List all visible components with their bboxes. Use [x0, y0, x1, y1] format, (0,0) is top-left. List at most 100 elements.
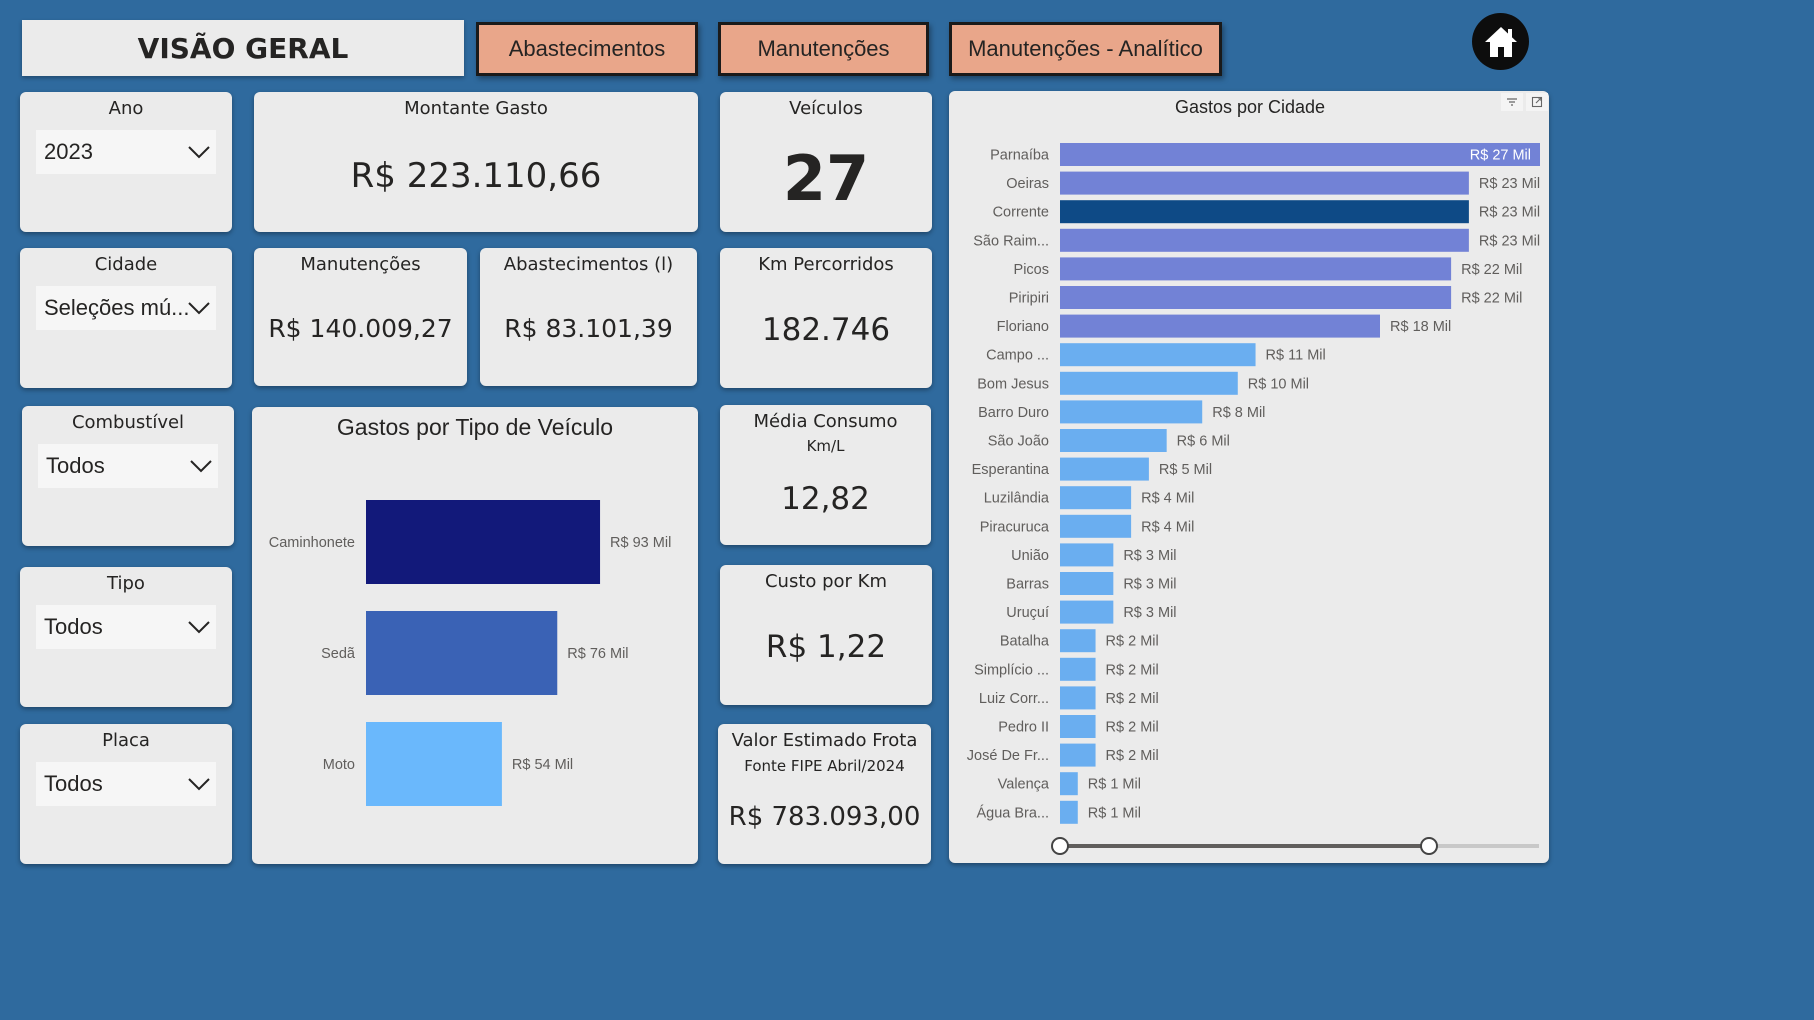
- kpi-montante-label: Montante Gasto: [404, 98, 548, 119]
- range-slider-handle-end[interactable]: [1420, 837, 1438, 855]
- nav-manutencoes-button[interactable]: Manutenções: [718, 22, 929, 76]
- bar[interactable]: [1060, 429, 1167, 452]
- slicer-tipo: Tipo Todos: [20, 567, 232, 707]
- slicer-placa: Placa Todos: [20, 724, 232, 864]
- category-label: Uruçuí: [1006, 605, 1049, 621]
- bar[interactable]: [1060, 343, 1256, 367]
- bar[interactable]: [1060, 457, 1149, 481]
- slicer-placa-dropdown[interactable]: Todos: [36, 762, 216, 806]
- category-label: Pedro II: [998, 720, 1049, 736]
- kpi-abastecimentos-label: Abastecimentos (l): [503, 254, 674, 275]
- data-label: R$ 4 Mil: [1141, 491, 1194, 507]
- slicer-ano: Ano 2023: [20, 92, 232, 232]
- chart-cidade: Gastos por Cidade Parnaíba R$ 27 Mil Oeiras…: [967, 97, 1540, 855]
- range-slider-handle-start[interactable]: [1051, 837, 1069, 855]
- kpi-veiculos-card: Veículos 27: [720, 92, 932, 232]
- bar[interactable]: [1060, 715, 1096, 738]
- kpi-custo-label: Custo por Km: [764, 571, 888, 592]
- bar[interactable]: [1060, 686, 1096, 710]
- bar[interactable]: [1060, 400, 1203, 424]
- nav-manutencoes-analitico-button[interactable]: Manutenções - Analítico: [949, 22, 1222, 76]
- bar[interactable]: [1060, 486, 1132, 510]
- bar[interactable]: [1060, 572, 1114, 595]
- bar[interactable]: [1060, 543, 1114, 567]
- category-label: Simplício ...: [974, 662, 1049, 678]
- bar[interactable]: [366, 611, 558, 695]
- slicer-cidade-value: Seleções mú...: [44, 295, 188, 320]
- data-label: R$ 23 Mil: [1479, 176, 1540, 192]
- data-label: R$ 27 Mil: [1470, 148, 1531, 164]
- data-label: R$ 3 Mil: [1123, 577, 1176, 593]
- home-icon: [1484, 26, 1517, 57]
- bar[interactable]: [1060, 800, 1078, 824]
- category-label: Esperantina: [972, 462, 1050, 478]
- category-label: Bom Jesus: [977, 376, 1049, 392]
- data-label: R$ 11 Mil: [1266, 348, 1326, 364]
- category-label: Valença: [998, 777, 1050, 793]
- data-label: R$ 76 Mil: [567, 646, 628, 662]
- bar[interactable]: [1060, 228, 1469, 252]
- chevron-down-icon: [190, 460, 212, 473]
- bar[interactable]: [1060, 286, 1452, 309]
- chevron-down-icon: [188, 621, 210, 634]
- bar[interactable]: [1060, 257, 1452, 281]
- bar[interactable]: [1060, 657, 1096, 681]
- category-label: Parnaíba: [990, 148, 1050, 164]
- chevron-down-icon: [188, 302, 210, 315]
- category-label: São Raim...: [973, 233, 1049, 249]
- slicer-tipo-value: Todos: [44, 614, 103, 639]
- bar[interactable]: [1060, 371, 1238, 395]
- slicer-ano-value: 2023: [44, 139, 93, 164]
- focus-mode-icon[interactable]: [1526, 93, 1548, 111]
- bar[interactable]: [366, 722, 502, 806]
- bar[interactable]: [366, 500, 601, 584]
- bar[interactable]: [1060, 314, 1380, 338]
- bar[interactable]: [1060, 200, 1469, 224]
- bar[interactable]: [1060, 143, 1540, 166]
- data-label: R$ 2 Mil: [1106, 691, 1159, 707]
- category-label: Barras: [1006, 577, 1049, 593]
- kpi-abastecimentos-card: Abastecimentos (l) R$ 83.101,39: [480, 248, 697, 386]
- nav-abastecimentos-button[interactable]: Abastecimentos: [476, 22, 698, 76]
- bar[interactable]: [1060, 743, 1096, 767]
- chevron-down-icon: [188, 778, 210, 791]
- data-label: R$ 22 Mil: [1461, 262, 1522, 278]
- kpi-custo-card: Custo por Km R$ 1,22: [720, 565, 932, 705]
- kpi-veiculos-label: Veículos: [789, 98, 863, 119]
- slicer-placa-value: Todos: [44, 771, 103, 796]
- home-button[interactable]: [1472, 13, 1529, 70]
- slicer-tipo-label: Tipo: [107, 573, 145, 594]
- data-label: R$ 54 Mil: [512, 757, 573, 773]
- category-label: Floriano: [997, 319, 1049, 335]
- data-label: R$ 4 Mil: [1141, 519, 1194, 535]
- category-label: Campo ...: [986, 348, 1049, 364]
- chart-tipo-veiculo: Gastos por Tipo de Veículo Caminhonete R$ …: [269, 414, 671, 806]
- bar[interactable]: [1060, 629, 1096, 653]
- slicer-combustivel-dropdown[interactable]: Todos: [38, 444, 218, 488]
- bar[interactable]: [1060, 600, 1114, 624]
- data-label: R$ 3 Mil: [1123, 605, 1176, 621]
- slicer-ano-dropdown[interactable]: 2023: [36, 130, 216, 174]
- chart-title: Gastos por Tipo de Veículo: [337, 414, 613, 440]
- category-label: Sedã: [321, 646, 356, 662]
- category-label: Caminhonete: [269, 535, 355, 551]
- chart-title: Gastos por Cidade: [1175, 97, 1325, 117]
- bar[interactable]: [1060, 171, 1469, 195]
- bar[interactable]: [1060, 772, 1078, 796]
- data-label: R$ 1 Mil: [1088, 805, 1141, 821]
- filter-icon[interactable]: [1501, 93, 1523, 111]
- data-label: R$ 2 Mil: [1106, 634, 1159, 650]
- data-label: R$ 8 Mil: [1212, 405, 1265, 421]
- data-label: R$ 10 Mil: [1248, 376, 1309, 392]
- data-label: R$ 2 Mil: [1106, 720, 1159, 736]
- kpi-media-value: 12,82: [781, 481, 870, 517]
- category-label: Piracuruca: [980, 519, 1050, 535]
- kpi-manutencoes-card: Manutenções R$ 140.009,27: [254, 248, 467, 386]
- slicer-combustivel-label: Combustível: [71, 412, 185, 433]
- category-label: Água Bra...: [976, 804, 1049, 821]
- category-label: Moto: [323, 757, 355, 773]
- bar[interactable]: [1060, 514, 1132, 538]
- data-label: R$ 93 Mil: [610, 535, 671, 551]
- slicer-cidade-dropdown[interactable]: Seleções mú...: [36, 286, 216, 330]
- slicer-tipo-dropdown[interactable]: Todos: [36, 605, 216, 649]
